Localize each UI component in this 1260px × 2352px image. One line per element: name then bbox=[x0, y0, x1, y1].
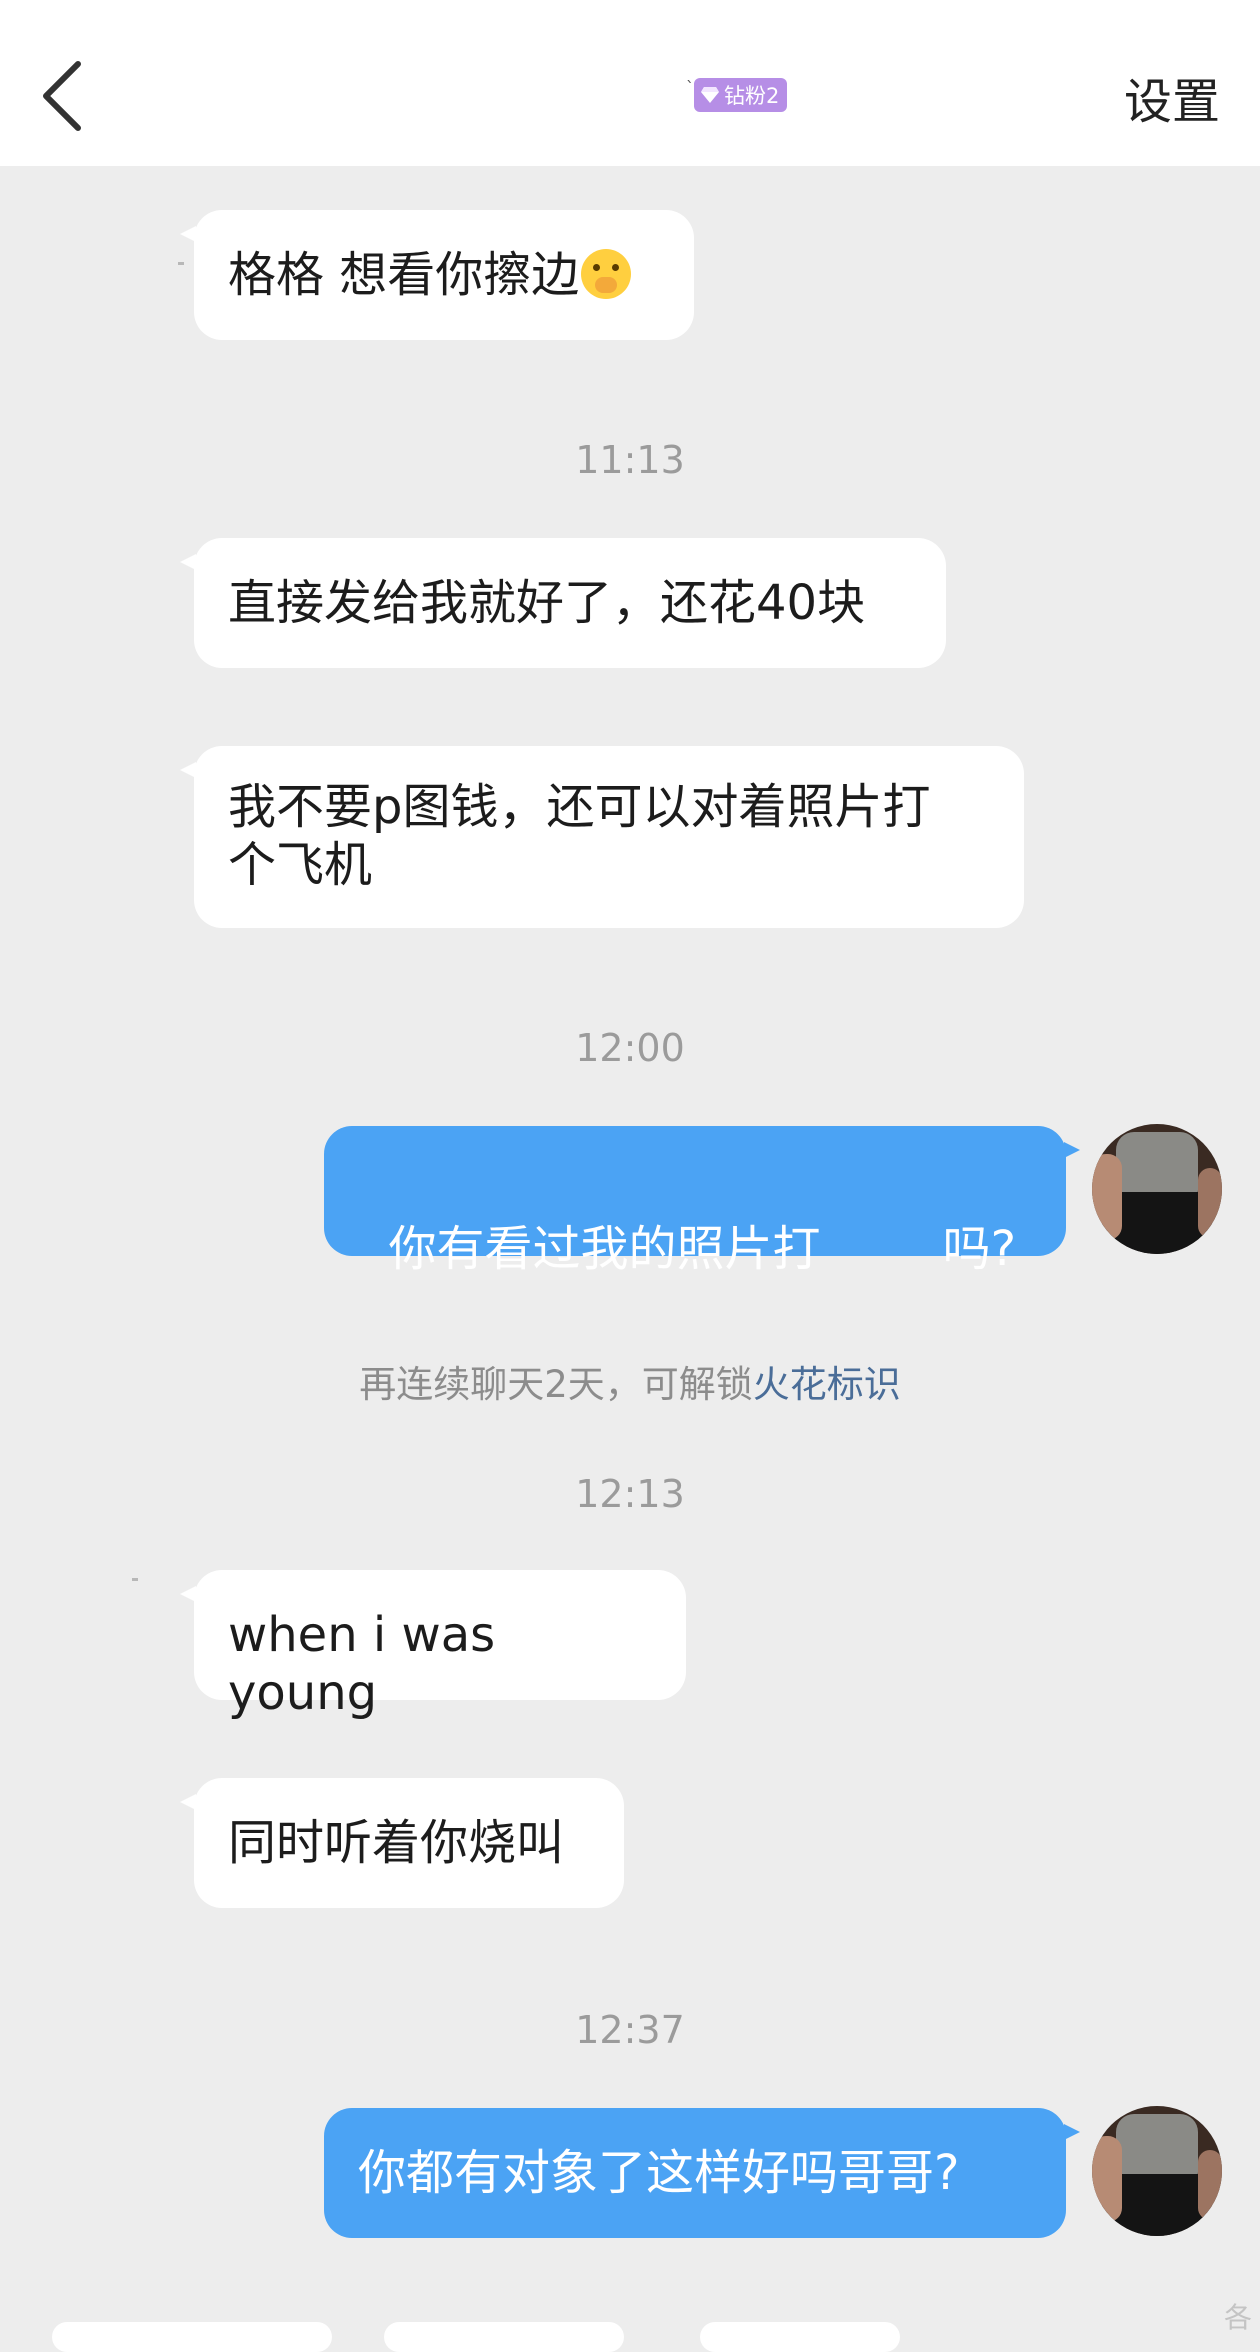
decorative-dot bbox=[178, 262, 184, 265]
blushing-emoji-icon bbox=[581, 249, 632, 299]
message-text-line: 我不要p图钱，还可以对着照片打 bbox=[228, 779, 931, 835]
incoming-message-bubble[interactable]: 格格 想看你擦边 bbox=[180, 210, 694, 340]
settings-button[interactable]: 设置 bbox=[1124, 62, 1220, 132]
timestamp: 12:13 bbox=[575, 1472, 685, 1516]
streak-notice: 再连续聊天2天，可解锁火花标识 bbox=[0, 1354, 1260, 1408]
incoming-message-bubble[interactable]: 同时听着你烧叫 bbox=[180, 1778, 624, 1908]
notice-text: 再连续聊天2天，可解锁 bbox=[359, 1363, 753, 1406]
fan-level-badge: 钻粉2 bbox=[694, 78, 788, 112]
next-bubble-peek bbox=[52, 2322, 332, 2352]
timestamp: 12:37 bbox=[575, 2008, 685, 2052]
outgoing-message-bubble[interactable]: 你有看过我的照片打 吗? bbox=[324, 1126, 1080, 1277]
timestamp: 12:00 bbox=[575, 1026, 685, 1070]
message-text-line: 个飞机 bbox=[228, 837, 373, 893]
next-bubble-peek bbox=[700, 2322, 900, 2352]
avatar[interactable] bbox=[1092, 2106, 1222, 2236]
diamond-icon bbox=[701, 87, 719, 103]
message-text: 你有看过我的照片打 吗? bbox=[388, 1221, 1017, 1277]
incoming-message-bubble[interactable]: 我不要p图钱，还可以对着照片打 个飞机 bbox=[180, 746, 1024, 928]
incoming-message-bubble[interactable]: when i was young bbox=[180, 1570, 686, 1721]
outgoing-message-bubble[interactable]: 你都有对象了这样好吗哥哥? bbox=[324, 2108, 1080, 2238]
message-text: 格格 想看你擦边 bbox=[228, 247, 580, 303]
badge-label: 钻粉2 bbox=[724, 84, 780, 108]
avatar[interactable] bbox=[1092, 1124, 1222, 1254]
username-fragment: ` bbox=[686, 78, 694, 97]
chat-header: ` 钻粉2 设置 bbox=[0, 0, 1260, 166]
timestamp: 11:13 bbox=[575, 438, 685, 482]
back-arrow-icon[interactable] bbox=[38, 58, 94, 134]
incoming-message-bubble[interactable]: 直接发给我就好了，还花40块 bbox=[180, 538, 946, 668]
message-text: when i was young bbox=[228, 1607, 496, 1721]
watermark: 各 bbox=[1223, 2301, 1252, 2334]
message-text: 直接发给我就好了，还花40块 bbox=[228, 575, 866, 631]
message-text: 同时听着你烧叫 bbox=[228, 1815, 565, 1871]
spark-badge-link[interactable]: 火花标识 bbox=[753, 1363, 901, 1406]
decorative-dot bbox=[132, 1578, 138, 1581]
next-bubble-peek bbox=[384, 2322, 624, 2352]
message-text: 你都有对象了这样好吗哥哥? bbox=[358, 2145, 960, 2201]
